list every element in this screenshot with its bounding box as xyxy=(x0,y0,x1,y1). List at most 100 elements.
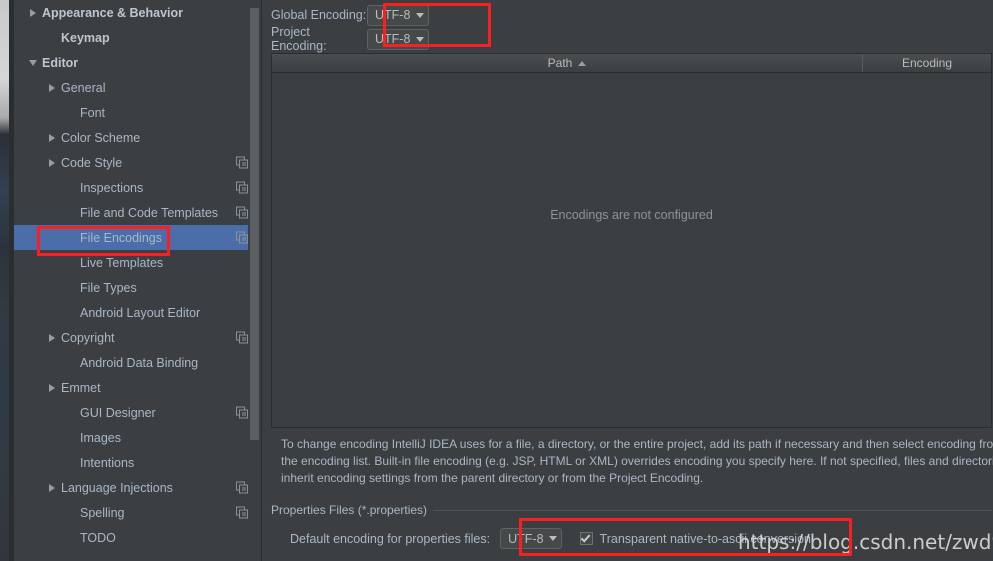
sidebar-item-live-templates[interactable]: Live Templates xyxy=(14,250,261,275)
sidebar-item-label: Font xyxy=(80,105,106,120)
sidebar-item-file-and-code-templates[interactable]: File and Code Templates xyxy=(14,200,261,225)
column-header-encoding-label: Encoding xyxy=(901,56,953,70)
sidebar-item-label: GUI Designer xyxy=(80,405,156,420)
settings-tree[interactable]: Appearance & Behavior Keymap Editor General… xyxy=(14,0,261,550)
sidebar-item-code-style[interactable]: Code Style xyxy=(14,150,261,175)
sort-ascending-icon xyxy=(578,60,587,66)
sidebar-item-images[interactable]: Images xyxy=(14,425,261,450)
sidebar-item-label: Editor xyxy=(42,55,79,70)
sidebar-item-language-injections[interactable]: Language Injections xyxy=(14,475,261,500)
sidebar-item-appearance-behavior[interactable]: Appearance & Behavior xyxy=(14,0,261,25)
encodings-description: To change encoding IntelliJ IDEA uses fo… xyxy=(281,437,993,485)
file-encodings-panel: Global Encoding: UTF-8 Project Encoding:… xyxy=(262,0,993,561)
sidebar-item-general[interactable]: General xyxy=(14,75,261,100)
watermark-text: https://blog.csdn.net/zwd926 xyxy=(738,530,993,554)
properties-encoding-row: Default encoding for properties files: U… xyxy=(290,528,811,549)
column-header-path-label: Path xyxy=(547,56,573,70)
global-encoding-label: Global Encoding: xyxy=(271,8,367,22)
sidebar-item-label: Color Scheme xyxy=(61,130,141,145)
chevron-down-icon xyxy=(548,536,557,541)
chevron-right-icon[interactable] xyxy=(47,82,59,94)
sidebar-item-intentions[interactable]: Intentions xyxy=(14,450,261,475)
sidebar-item-label: Inspections xyxy=(80,180,144,195)
project-encoding-row: Project Encoding: UTF-8 xyxy=(271,25,429,53)
chevron-right-icon[interactable] xyxy=(28,7,40,19)
chevron-down-icon xyxy=(416,12,424,18)
window-left-edge-strip xyxy=(0,0,9,561)
default-properties-encoding-label: Default encoding for properties files: xyxy=(290,531,491,546)
sidebar-item-editor[interactable]: Editor xyxy=(14,50,261,75)
default-properties-encoding-value: UTF-8 xyxy=(508,531,544,546)
sidebar-item-label: Live Templates xyxy=(80,255,164,270)
chevron-right-icon[interactable] xyxy=(47,382,59,394)
properties-group-label: Properties Files (*.properties) xyxy=(271,503,434,517)
sidebar-item-label: Appearance & Behavior xyxy=(42,5,184,20)
sidebar-item-label: TODO xyxy=(80,530,116,545)
settings-sidebar[interactable]: Appearance & Behavior Keymap Editor General… xyxy=(14,0,261,561)
sidebar-item-label: Emmet xyxy=(61,380,101,395)
sidebar-item-file-types[interactable]: File Types xyxy=(14,275,261,300)
sidebar-item-label: Keymap xyxy=(61,30,110,45)
sidebar-item-file-encodings[interactable]: File Encodings xyxy=(14,225,261,250)
sidebar-item-label: Images xyxy=(80,430,121,445)
table-empty-message: Encodings are not configured xyxy=(550,208,713,222)
checkmark-icon xyxy=(580,532,590,543)
global-encoding-value: UTF-8 xyxy=(375,8,411,22)
project-encoding-dropdown[interactable]: UTF-8 xyxy=(367,28,429,50)
sidebar-item-inspections[interactable]: Inspections xyxy=(14,175,261,200)
column-header-path[interactable]: Path xyxy=(272,54,862,72)
sidebar-item-label: Language Injections xyxy=(61,480,173,495)
sidebar-item-label: File Types xyxy=(80,280,137,295)
global-encoding-row: Global Encoding: UTF-8 xyxy=(271,4,429,26)
transparent-native-to-ascii-checkbox[interactable] xyxy=(579,532,593,545)
sidebar-item-font[interactable]: Font xyxy=(14,100,261,125)
sidebar-item-todo[interactable]: TODO xyxy=(14,525,261,550)
sidebar-item-label: Android Layout Editor xyxy=(80,305,201,320)
encodings-table[interactable]: Path Encoding Encodings are not configur… xyxy=(271,53,992,428)
table-header-row: Path Encoding xyxy=(272,54,991,73)
sidebar-item-color-scheme[interactable]: Color Scheme xyxy=(14,125,261,150)
settings-dialog: Appearance & Behavior Keymap Editor General… xyxy=(0,0,993,561)
sidebar-item-keymap[interactable]: Keymap xyxy=(14,25,261,50)
chevron-right-icon[interactable] xyxy=(47,482,59,494)
column-header-encoding[interactable]: Encoding xyxy=(862,54,991,72)
sidebar-item-android-layout-editor[interactable]: Android Layout Editor xyxy=(14,300,261,325)
chevron-down-icon[interactable] xyxy=(28,57,40,69)
sidebar-item-label: File and Code Templates xyxy=(80,205,219,220)
project-encoding-label: Project Encoding: xyxy=(271,25,327,53)
sidebar-item-emmet[interactable]: Emmet xyxy=(14,375,261,400)
sidebar-item-android-data-binding[interactable]: Android Data Binding xyxy=(14,350,261,375)
sidebar-item-label: File Encodings xyxy=(80,230,162,245)
sidebar-scrollbar-track[interactable] xyxy=(248,0,261,561)
table-body[interactable]: Encodings are not configured xyxy=(272,73,991,427)
sidebar-item-spelling[interactable]: Spelling xyxy=(14,500,261,525)
sidebar-item-label: General xyxy=(61,80,106,95)
sidebar-item-copyright[interactable]: Copyright xyxy=(14,325,261,350)
sidebar-item-label: Spelling xyxy=(80,505,125,520)
chevron-right-icon[interactable] xyxy=(47,332,59,344)
sidebar-item-gui-designer[interactable]: GUI Designer xyxy=(14,400,261,425)
global-encoding-dropdown[interactable]: UTF-8 xyxy=(367,4,429,26)
chevron-right-icon[interactable] xyxy=(47,132,59,144)
chevron-right-icon[interactable] xyxy=(47,157,59,169)
sidebar-item-label: Android Data Binding xyxy=(80,355,199,370)
sidebar-item-label: Intentions xyxy=(80,455,135,470)
sidebar-scrollbar-thumb[interactable] xyxy=(250,8,259,440)
chevron-down-icon xyxy=(416,36,424,42)
sidebar-item-label: Code Style xyxy=(61,155,123,170)
default-properties-encoding-dropdown[interactable]: UTF-8 xyxy=(500,528,562,549)
